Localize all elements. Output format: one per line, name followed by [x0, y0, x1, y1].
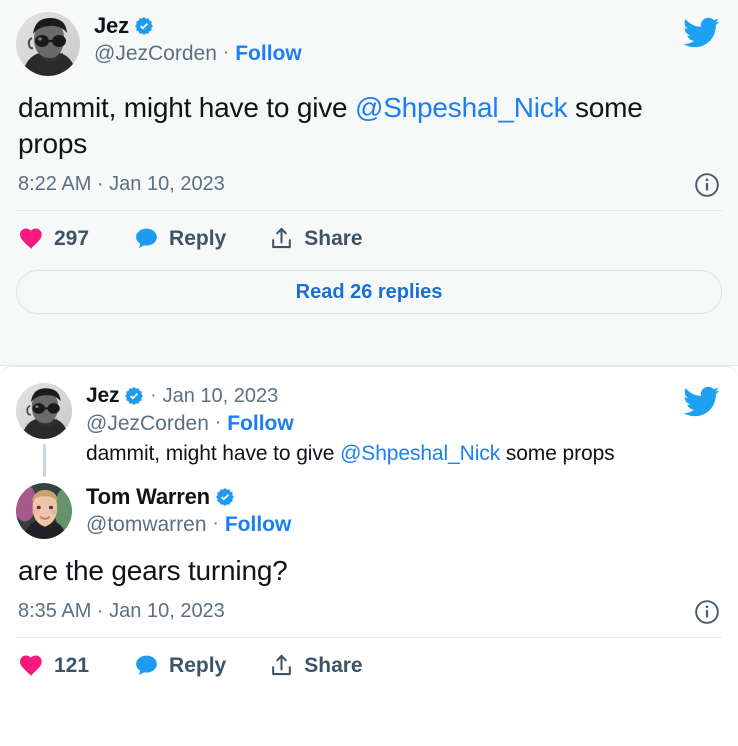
thread-connector-line	[42, 444, 46, 477]
verified-badge-icon	[215, 487, 235, 507]
timestamp-row: 8:22 AM · Jan 10, 2023	[0, 161, 738, 198]
reply-button[interactable]: Reply	[133, 652, 226, 679]
thread-tweet-actions-bar: 121 Reply Share	[0, 638, 738, 679]
mention-link[interactable]: @Shpeshal_Nick	[340, 442, 500, 465]
share-label: Share	[304, 226, 363, 250]
share-upload-icon	[268, 652, 295, 679]
separator-dot: ·	[214, 412, 222, 434]
info-circle-icon[interactable]	[694, 599, 720, 625]
quoted-date: Jan 10, 2023	[162, 384, 279, 407]
like-count: 297	[54, 226, 90, 250]
quoted-avatar-column	[16, 383, 72, 477]
tweet-embed-page: Jez @JezCorden · Follow dammit, might ha…	[0, 0, 738, 746]
heart-icon	[18, 225, 45, 252]
quoted-handle-row: @JezCorden · Follow	[86, 410, 722, 437]
thread-tweet-card: Jez · Jan 10, 2023 @JezCorden · Follow d…	[0, 366, 738, 744]
display-name[interactable]: Tom Warren	[86, 483, 210, 511]
like-button[interactable]: 297	[18, 225, 89, 252]
verified-badge-icon	[124, 386, 144, 406]
avatar[interactable]	[16, 383, 72, 439]
timestamp-text: 8:35 AM · Jan 10, 2023	[18, 600, 225, 623]
twitter-bird-icon[interactable]	[682, 383, 720, 421]
author-handle[interactable]: @tomwarren	[86, 511, 207, 538]
separator-dot: ·	[212, 512, 219, 534]
share-button[interactable]: Share	[268, 225, 363, 252]
reply-bubble-icon	[133, 652, 160, 679]
reply-bubble-icon	[133, 225, 160, 252]
quoted-display-name-row: Jez · Jan 10, 2023	[86, 383, 722, 410]
author-handle[interactable]: @JezCorden	[94, 40, 217, 67]
share-upload-icon	[268, 225, 295, 252]
display-name[interactable]: Jez	[94, 12, 129, 40]
timestamp-text: 8:22 AM · Jan 10, 2023	[18, 173, 225, 196]
verified-badge-icon	[134, 16, 154, 36]
handle-row: @JezCorden · Follow	[94, 40, 722, 67]
separator-dot: ·	[222, 42, 230, 64]
display-name-row: Tom Warren	[86, 483, 722, 511]
thread-author-header: Tom Warren @tomwarren · Follow	[0, 477, 738, 539]
twitter-bird-icon[interactable]	[682, 14, 720, 52]
like-count: 121	[54, 653, 90, 677]
quoted-tweet-content: Jez · Jan 10, 2023 @JezCorden · Follow d…	[86, 383, 722, 477]
reply-button[interactable]: Reply	[133, 225, 226, 252]
thread-timestamp-row: 8:35 AM · Jan 10, 2023	[0, 588, 738, 625]
follow-link[interactable]: Follow	[235, 40, 302, 67]
quoted-text-after: some props	[500, 442, 615, 466]
separator-dot: ·	[150, 385, 157, 407]
follow-link[interactable]: Follow	[227, 410, 294, 437]
like-button[interactable]: 121	[18, 652, 89, 679]
thread-tweet-body-text: are the gears turning?	[18, 554, 288, 586]
share-label: Share	[304, 653, 363, 677]
mention-link[interactable]: @Shpeshal_Nick	[355, 92, 568, 123]
tweet-header: Jez @JezCorden · Follow	[0, 0, 738, 76]
heart-icon	[18, 652, 45, 679]
reply-label: Reply	[169, 653, 227, 677]
share-button[interactable]: Share	[268, 652, 363, 679]
tweet-actions-bar: 297 Reply Share	[0, 211, 738, 252]
read-replies-button[interactable]: Read 26 replies	[16, 270, 722, 315]
author-handle[interactable]: @JezCorden	[86, 410, 209, 437]
author-name-block: Jez @JezCorden · Follow	[94, 12, 722, 67]
display-name-row: Jez	[94, 12, 722, 40]
tweet-body-text: dammit, might have to give @Shpeshal_Nic…	[0, 76, 738, 161]
follow-link[interactable]: Follow	[225, 511, 292, 538]
info-circle-icon[interactable]	[694, 172, 720, 198]
quoted-tweet-text: dammit, might have to give @Shpeshal_Nic…	[86, 440, 722, 468]
avatar[interactable]	[16, 482, 72, 539]
handle-row: @tomwarren · Follow	[86, 511, 722, 538]
reply-label: Reply	[169, 226, 227, 250]
embedded-tweet-card: Jez @JezCorden · Follow dammit, might ha…	[0, 0, 738, 366]
display-name[interactable]: Jez	[86, 383, 119, 410]
quoted-tweet: Jez · Jan 10, 2023 @JezCorden · Follow d…	[0, 367, 738, 477]
avatar[interactable]	[16, 12, 80, 76]
thread-author-name-block: Tom Warren @tomwarren · Follow	[86, 483, 722, 538]
tweet-text-before: dammit, might have to give	[18, 92, 355, 123]
quoted-text-before: dammit, might have to give	[86, 442, 341, 466]
